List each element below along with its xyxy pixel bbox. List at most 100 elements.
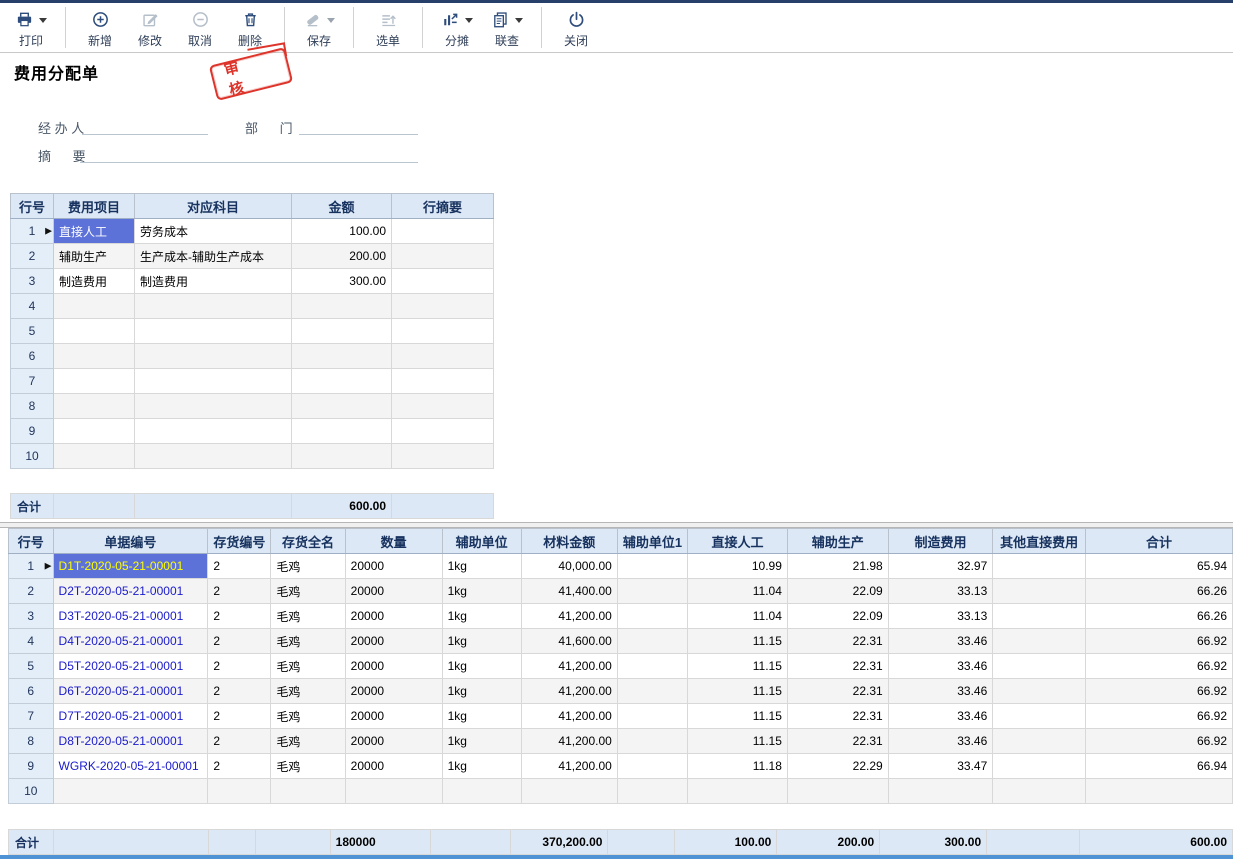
cell-aux_prod[interactable]: 22.31 <box>787 704 888 729</box>
cell-inv_no[interactable] <box>208 779 271 804</box>
cell-account[interactable] <box>135 444 292 469</box>
cell-doc_no[interactable]: D1T-2020-05-21-00001 <box>53 554 208 579</box>
cell-aux_unit[interactable]: 1kg <box>442 754 521 779</box>
row-number-cell[interactable]: 2 <box>9 579 54 604</box>
cell-summary[interactable] <box>392 344 494 369</box>
cell-amount[interactable]: 100.00 <box>292 219 392 244</box>
cell-doc_no[interactable]: D7T-2020-05-21-00001 <box>53 704 208 729</box>
cell-amount[interactable] <box>292 444 392 469</box>
cell-summary[interactable] <box>392 369 494 394</box>
cell-account[interactable] <box>135 344 292 369</box>
cell-other_direct[interactable] <box>993 754 1086 779</box>
cell-amount[interactable]: 200.00 <box>292 244 392 269</box>
cell-material_amt[interactable]: 41,200.00 <box>521 729 617 754</box>
dropdown-caret-icon[interactable] <box>465 18 473 23</box>
cell-total[interactable]: 66.92 <box>1086 654 1233 679</box>
cell-other_direct[interactable] <box>993 679 1086 704</box>
cell-amount[interactable] <box>292 394 392 419</box>
cell-direct_labor[interactable]: 10.99 <box>688 554 788 579</box>
cell-summary[interactable] <box>392 319 494 344</box>
cell-aux_unit[interactable] <box>442 779 521 804</box>
cell-item[interactable] <box>54 444 135 469</box>
cell-direct_labor[interactable]: 11.04 <box>688 579 788 604</box>
cell-total[interactable]: 66.92 <box>1086 729 1233 754</box>
cell-aux_unit[interactable]: 1kg <box>442 704 521 729</box>
cell-aux_prod[interactable]: 22.31 <box>787 654 888 679</box>
cell-inv_name[interactable]: 毛鸡 <box>271 629 345 654</box>
cell-aux_prod[interactable]: 22.29 <box>787 754 888 779</box>
dropdown-caret-icon[interactable] <box>39 18 47 23</box>
cell-doc_no[interactable]: WGRK-2020-05-21-00001 <box>53 754 208 779</box>
cell-item[interactable] <box>54 394 135 419</box>
row-number-cell[interactable]: 9 <box>9 754 54 779</box>
cell-amount[interactable] <box>292 319 392 344</box>
cell-amount[interactable] <box>292 294 392 319</box>
cell-summary[interactable] <box>392 269 494 294</box>
row-number-cell[interactable]: 3 <box>9 604 54 629</box>
cell-direct_labor[interactable]: 11.15 <box>688 654 788 679</box>
cell-item[interactable] <box>54 294 135 319</box>
cell-inv_name[interactable]: 毛鸡 <box>271 554 345 579</box>
cell-direct_labor[interactable]: 11.15 <box>688 729 788 754</box>
cell-inv_no[interactable]: 2 <box>208 754 271 779</box>
cell-direct_labor[interactable]: 11.18 <box>688 754 788 779</box>
cell-mfg_exp[interactable]: 32.97 <box>888 554 993 579</box>
cell-aux_prod[interactable]: 21.98 <box>787 554 888 579</box>
cell-aux_unit1[interactable] <box>617 554 687 579</box>
cell-total[interactable]: 66.92 <box>1086 629 1233 654</box>
cell-amount[interactable]: 300.00 <box>292 269 392 294</box>
cell-qty[interactable]: 20000 <box>345 579 442 604</box>
cell-total[interactable] <box>1086 779 1233 804</box>
cell-account[interactable] <box>135 319 292 344</box>
row-number-cell[interactable]: 4 <box>9 629 54 654</box>
cell-inv_no[interactable]: 2 <box>208 629 271 654</box>
cell-doc_no[interactable] <box>53 779 208 804</box>
cell-qty[interactable]: 20000 <box>345 629 442 654</box>
row-number-cell[interactable]: 8 <box>11 394 54 419</box>
cell-total[interactable]: 65.94 <box>1086 554 1233 579</box>
cell-inv_name[interactable]: 毛鸡 <box>271 579 345 604</box>
cell-item[interactable]: 辅助生产 <box>54 244 135 269</box>
cell-summary[interactable] <box>392 394 494 419</box>
cell-account[interactable]: 劳务成本 <box>135 219 292 244</box>
cell-other_direct[interactable] <box>993 729 1086 754</box>
toolbar-button-allocate[interactable]: 分摊 <box>434 3 480 52</box>
cell-material_amt[interactable]: 41,200.00 <box>521 654 617 679</box>
cell-account[interactable] <box>135 294 292 319</box>
cell-aux_unit1[interactable] <box>617 779 687 804</box>
cell-amount[interactable] <box>292 344 392 369</box>
cell-total[interactable]: 66.92 <box>1086 679 1233 704</box>
cell-aux_unit[interactable]: 1kg <box>442 729 521 754</box>
cell-account[interactable] <box>135 394 292 419</box>
cell-inv_name[interactable] <box>271 779 345 804</box>
cell-aux_unit1[interactable] <box>617 579 687 604</box>
cell-other_direct[interactable] <box>993 654 1086 679</box>
cell-mfg_exp[interactable]: 33.46 <box>888 679 993 704</box>
cell-direct_labor[interactable]: 11.15 <box>688 679 788 704</box>
cell-mfg_exp[interactable]: 33.13 <box>888 579 993 604</box>
row-number-cell[interactable]: 7 <box>11 369 54 394</box>
cell-summary[interactable] <box>392 294 494 319</box>
cell-doc_no[interactable]: D8T-2020-05-21-00001 <box>53 729 208 754</box>
cell-material_amt[interactable]: 41,200.00 <box>521 604 617 629</box>
row-number-cell[interactable]: 8 <box>9 729 54 754</box>
cell-total[interactable]: 66.92 <box>1086 704 1233 729</box>
cell-inv_no[interactable]: 2 <box>208 729 271 754</box>
cell-aux_unit1[interactable] <box>617 604 687 629</box>
cell-mfg_exp[interactable]: 33.47 <box>888 754 993 779</box>
cell-amount[interactable] <box>292 369 392 394</box>
row-number-cell[interactable]: 3 <box>11 269 54 294</box>
cell-total[interactable]: 66.26 <box>1086 604 1233 629</box>
cell-other_direct[interactable] <box>993 579 1086 604</box>
cell-aux_unit[interactable]: 1kg <box>442 679 521 704</box>
cell-direct_labor[interactable]: 11.15 <box>688 704 788 729</box>
cell-item[interactable]: 制造费用 <box>54 269 135 294</box>
operator-input[interactable] <box>82 118 208 135</box>
cell-aux_unit1[interactable] <box>617 754 687 779</box>
cell-inv_name[interactable]: 毛鸡 <box>271 604 345 629</box>
cell-inv_name[interactable]: 毛鸡 <box>271 679 345 704</box>
cell-other_direct[interactable] <box>993 554 1086 579</box>
cell-other_direct[interactable] <box>993 779 1086 804</box>
cell-direct_labor[interactable]: 11.04 <box>688 604 788 629</box>
cell-inv_no[interactable]: 2 <box>208 554 271 579</box>
